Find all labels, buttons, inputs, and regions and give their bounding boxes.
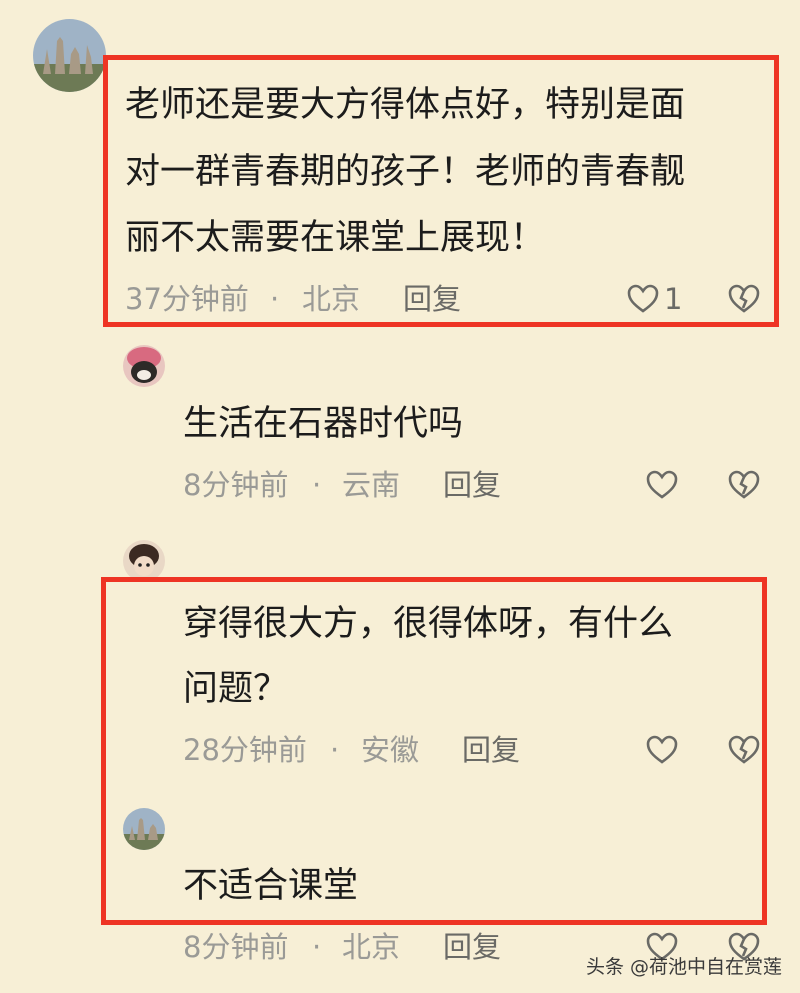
avatar[interactable] xyxy=(123,540,165,582)
comment-location: 安徽 xyxy=(361,733,420,767)
comment-text-line: 老师还是要大方得体点好，特别是面 xyxy=(125,85,686,125)
comment-time: 8分钟前 xyxy=(183,930,289,964)
heart-icon[interactable] xyxy=(646,735,678,765)
comment-location: 北京 xyxy=(302,282,361,316)
comment-text-line: 对一群青春期的孩子！老师的青春靓 xyxy=(125,152,686,192)
broken-heart-icon[interactable] xyxy=(728,284,760,314)
comment-text-line: 问题？ xyxy=(183,669,289,709)
avatar[interactable] xyxy=(123,345,165,387)
reply-button[interactable]: 回复 xyxy=(403,279,461,319)
meta-separator: · xyxy=(312,930,322,964)
comment-time: 28分钟前 xyxy=(183,733,307,767)
meta-separator: · xyxy=(312,468,322,502)
reply-button[interactable]: 回复 xyxy=(443,927,501,967)
broken-heart-icon[interactable] xyxy=(728,735,760,765)
avatar[interactable] xyxy=(123,808,165,850)
comment-time: 8分钟前 xyxy=(183,468,289,502)
meta-separator: · xyxy=(270,282,280,316)
meta-separator: · xyxy=(330,733,340,767)
comment-text-line: 不适合课堂 xyxy=(183,866,359,906)
comment-text-line: 穿得很大方，很得体呀，有什么 xyxy=(183,604,674,644)
reply-button[interactable]: 回复 xyxy=(462,730,520,770)
like-count: 1 xyxy=(664,282,683,316)
heart-icon[interactable] xyxy=(646,470,678,500)
broken-heart-icon[interactable] xyxy=(728,470,760,500)
comment-location: 云南 xyxy=(342,468,401,502)
avatar[interactable] xyxy=(33,19,106,92)
comment-text-line: 丽不太需要在课堂上展现！ xyxy=(125,218,546,258)
comment-text-line: 生活在石器时代吗 xyxy=(183,404,464,444)
comment-time: 37分钟前 xyxy=(125,282,249,316)
reply-button[interactable]: 回复 xyxy=(443,465,501,505)
heart-icon[interactable] xyxy=(627,284,659,314)
watermark: 头条 @荷池中自在赏莲 xyxy=(585,956,782,978)
comment-location: 北京 xyxy=(342,930,401,964)
